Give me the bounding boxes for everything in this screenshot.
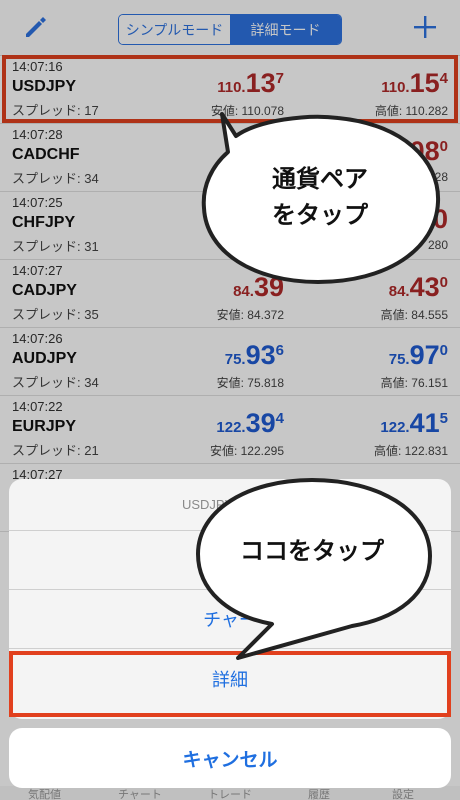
- callout-text-bottom: ココをタップ: [240, 538, 384, 565]
- cancel-button[interactable]: キャンセル: [9, 728, 451, 788]
- callout-text-top: 通貨ペア をタップ: [272, 166, 368, 229]
